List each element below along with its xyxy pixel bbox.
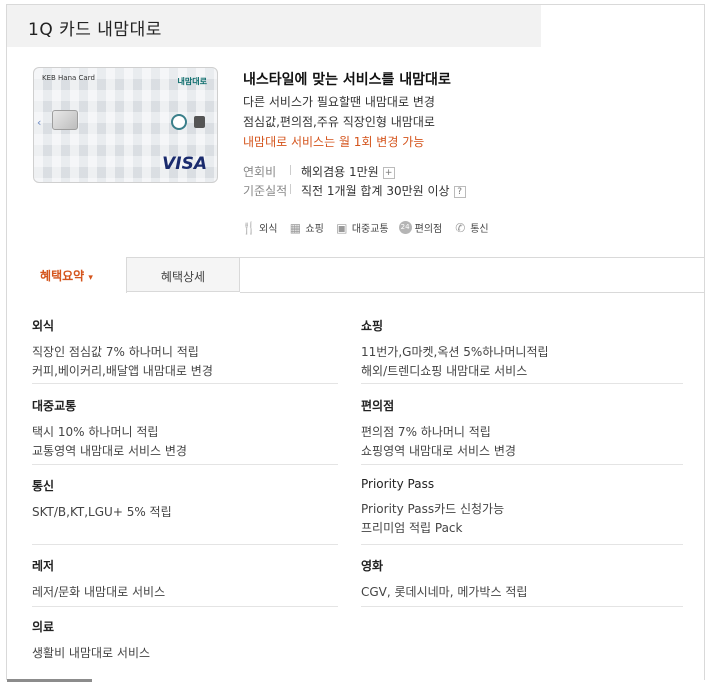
plus-icon[interactable]: + [382, 167, 395, 179]
divider [32, 383, 338, 384]
benefit-label: 외식 [259, 224, 278, 235]
divider [361, 383, 683, 384]
title-bar: 1Q 카드 내맘대로 [7, 5, 541, 47]
section-line: 11번가,G마켓,옥션 5%하나머니적립 [361, 345, 549, 359]
benefit-telecom: ✆ 통신 [452, 220, 489, 236]
summary-priority-pass: Priority Pass Priority Pass카드 신청가능 프리미엄 … [361, 477, 504, 538]
section-line: 직장인 점심값 7% 하나머니 적립 [32, 345, 199, 359]
section-line: CGV, 롯데시네마, 메가박스 적립 [361, 585, 528, 599]
gift-icon: ▦ [289, 220, 302, 235]
fork-knife-icon: 🍴 [241, 220, 257, 235]
performance-label: 기준실적 [243, 184, 288, 198]
divider [32, 606, 338, 607]
card-desc-line: 다른 서비스가 필요할땐 내맘대로 변경 [243, 95, 435, 109]
section-line: Priority Pass카드 신청가능 [361, 502, 505, 516]
tab-detail[interactable]: 혜택상세 [127, 258, 240, 292]
annual-fee-value: 해외겸용 1만원 + [301, 163, 395, 180]
performance-text: 직전 1개월 합계 30만원 이상 [301, 184, 450, 198]
phone-icon: ✆ [455, 220, 466, 235]
benefit-shopping: ▦ 쇼핑 [287, 220, 324, 236]
section-title: 대중교통 [32, 399, 77, 413]
section-title: Priority Pass [361, 477, 435, 491]
chevron-left-icon: ‹ [37, 116, 42, 129]
section-title: 편의점 [361, 399, 395, 413]
contactless-icon [194, 116, 205, 128]
benefit-label: 대중교통 [351, 224, 389, 235]
benefit-convenience: 24 편의점 [398, 220, 443, 235]
section-title: 쇼핑 [361, 319, 384, 333]
bus-icon: ▣ [336, 220, 348, 235]
section-title: 레저 [32, 559, 55, 573]
section-line: 교통영역 내맘대로 서비스 변경 [32, 444, 187, 458]
chip-icon [52, 110, 78, 130]
summary-leisure: 레저 레저/문화 내맘대로 서비스 [32, 557, 165, 602]
divider [361, 544, 683, 545]
tab-detail-label: 혜택상세 [160, 270, 206, 284]
section-title: 외식 [32, 319, 55, 333]
divider [290, 184, 291, 194]
divider [32, 464, 338, 465]
tab-summary-label: 혜택요약 ▾ [7, 267, 126, 284]
section-line: 커피,베이커리,배달앱 내맘대로 변경 [32, 364, 213, 378]
card-highlight: 내맘대로 서비스는 월 1회 변경 가능 [243, 135, 425, 149]
divider [290, 165, 291, 175]
divider [32, 544, 338, 545]
summary-movie: 영화 CGV, 롯데시네마, 메가박스 적립 [361, 557, 527, 602]
section-title: 영화 [361, 559, 384, 573]
card-name-tag: 내맘대로 [177, 77, 207, 86]
summary-telecom: 통신 SKT/B,KT,LGU+ 5% 적립 [32, 477, 172, 522]
section-line: 쇼핑영역 내맘대로 서비스 변경 [361, 444, 516, 458]
section-line: 레저/문화 내맘대로 서비스 [32, 585, 166, 599]
summary-medical: 의료 생활비 내맘대로 서비스 [32, 618, 150, 663]
24-store-icon: 24 [398, 221, 412, 234]
section-line: 해외/트렌디쇼핑 내맘대로 서비스 [361, 364, 528, 378]
benefit-label: 쇼핑 [305, 224, 324, 235]
help-icon[interactable]: ? [453, 186, 466, 198]
section-line: 생활비 내맘대로 서비스 [32, 646, 151, 660]
section-line: SKT/B,KT,LGU+ 5% 적립 [32, 505, 172, 519]
tab-summary[interactable]: 혜택요약 ▾ [7, 257, 127, 293]
card-image[interactable]: KEB Hana Card 내맘대로 ‹ VISA [33, 67, 218, 183]
card-headline: 내스타일에 맞는 서비스를 내맘대로 [243, 72, 451, 88]
section-title: 통신 [32, 479, 55, 493]
annual-fee-label: 연회비 [243, 165, 277, 179]
summary-transit: 대중교통 택시 10% 하나머니 적립 교통영역 내맘대로 서비스 변경 [32, 397, 187, 461]
hana-logo-icon [171, 114, 187, 130]
section-title: 의료 [32, 620, 55, 634]
annual-fee-text: 해외겸용 1만원 [301, 165, 379, 179]
tabs-bottom-border [240, 292, 704, 293]
card-brand-text: KEB Hana Card [42, 74, 95, 82]
summary-convenience: 편의점 편의점 7% 하나머니 적립 쇼핑영역 내맘대로 서비스 변경 [361, 397, 516, 461]
summary-shopping: 쇼핑 11번가,G마켓,옥션 5%하나머니적립 해외/트렌디쇼핑 내맘대로 서비… [361, 317, 549, 381]
section-line: 프리미엄 적립 Pack [361, 521, 463, 535]
benefit-icons-row: 🍴 외식 ▦ 쇼핑 ▣ 대중교통 24 편의점 ✆ 통신 [241, 220, 489, 236]
caret-down-icon: ▾ [88, 273, 93, 283]
page-title: 1Q 카드 내맘대로 [28, 20, 162, 40]
benefit-label: 통신 [470, 224, 489, 235]
divider [361, 606, 683, 607]
card-desc-line: 점심값,편의점,주유 직장인형 내맘대로 [243, 115, 435, 129]
benefit-label: 편의점 [414, 224, 443, 235]
card-detail-panel: 1Q 카드 내맘대로 KEB Hana Card 내맘대로 ‹ VISA 내스타… [6, 4, 705, 682]
performance-value: 직전 1개월 합계 30만원 이상? [301, 182, 466, 199]
benefit-dining: 🍴 외식 [241, 220, 278, 236]
section-line: 택시 10% 하나머니 적립 [32, 425, 159, 439]
summary-dining: 외식 직장인 점심값 7% 하나머니 적립 커피,베이커리,배달앱 내맘대로 변… [32, 317, 213, 381]
divider [361, 464, 683, 465]
tab-summary-text: 혜택요약 [40, 269, 85, 283]
visa-logo: VISA [162, 154, 207, 174]
section-line: 편의점 7% 하나머니 적립 [361, 425, 491, 439]
benefit-transit: ▣ 대중교통 [334, 220, 389, 236]
